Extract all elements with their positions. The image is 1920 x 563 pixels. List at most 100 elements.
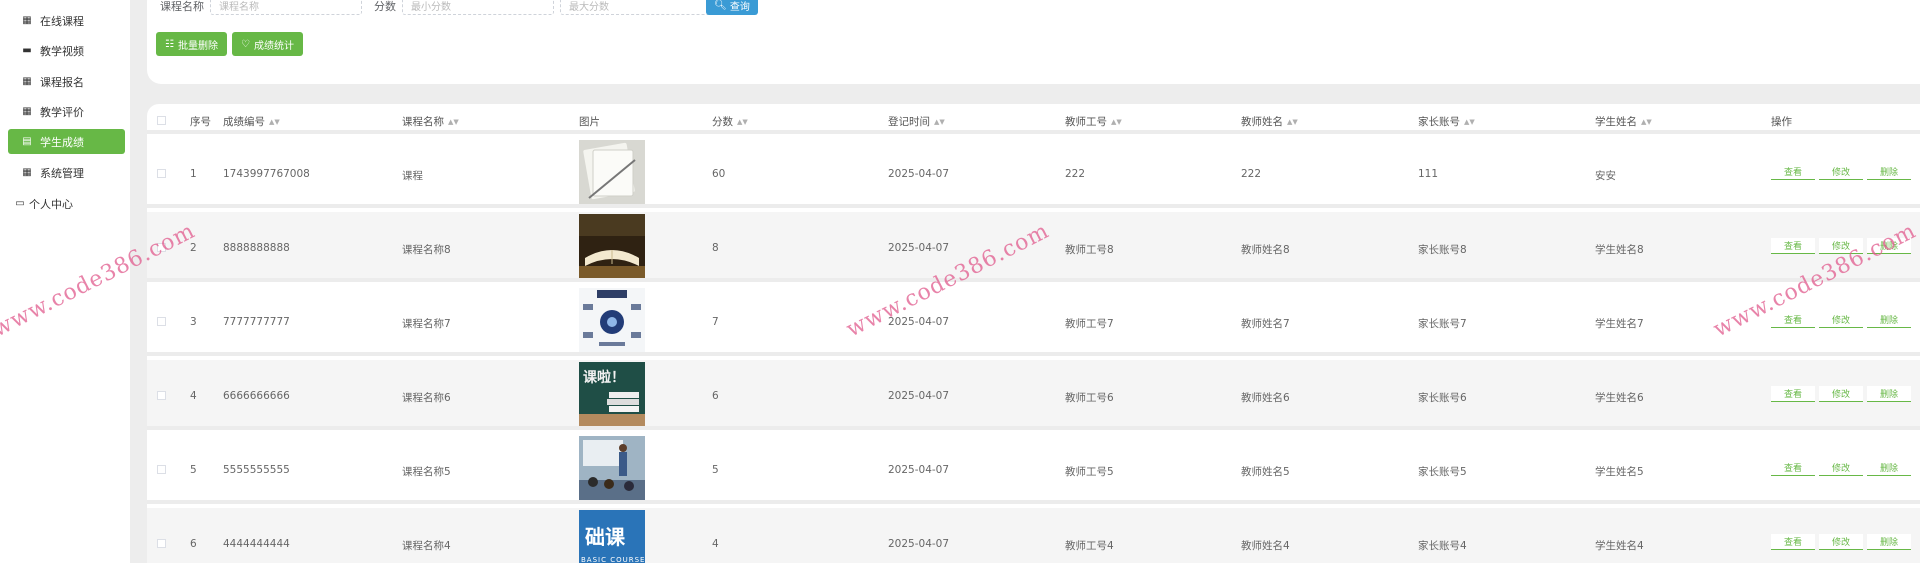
sidebar-item-online-courses[interactable]: ▦ 在线课程 bbox=[8, 8, 125, 33]
edit-button[interactable]: 修改 bbox=[1819, 534, 1863, 550]
row-actions: 查看 修改 删除 bbox=[1771, 460, 1911, 476]
cell-teacher-name: 教师姓名7 bbox=[1241, 318, 1290, 330]
course-thumbnail[interactable] bbox=[579, 436, 645, 500]
score-stats-button[interactable]: ♡ 成绩统计 bbox=[232, 32, 303, 56]
course-thumbnail[interactable] bbox=[579, 288, 645, 352]
cell-index: 4 bbox=[190, 390, 197, 402]
sidebar-item-teaching-evaluation[interactable]: ▦ 教学评价 bbox=[8, 99, 125, 124]
min-score-input[interactable]: 最小分数 bbox=[402, 0, 554, 15]
table-row: 1 1743997767008 课程 60 2025-04-07 222 222 111 安安 查… bbox=[147, 138, 1920, 208]
score-label: 分数 bbox=[374, 0, 396, 13]
delete-button[interactable]: 删除 bbox=[1867, 534, 1911, 550]
cell-course-name: 课程名称5 bbox=[402, 466, 451, 478]
view-button[interactable]: 查看 bbox=[1771, 164, 1815, 180]
view-button[interactable]: 查看 bbox=[1771, 460, 1815, 476]
edit-button[interactable]: 修改 bbox=[1819, 460, 1863, 476]
row-actions: 查看 修改 删除 bbox=[1771, 164, 1911, 180]
batch-delete-button[interactable]: ☷ 批量删除 bbox=[156, 32, 227, 56]
row-checkbox[interactable] bbox=[157, 465, 166, 474]
cell-index: 3 bbox=[190, 316, 197, 328]
scores-table: 序号 成绩编号 ▲▼ 课程名称 ▲▼ 图片 分数 ▲▼ 登记时间 ▲▼ 教师工号 ▲▼ 教… bbox=[147, 104, 1920, 563]
sidebar-item-teaching-videos[interactable]: ▬ 教学视频 bbox=[8, 38, 125, 63]
sidebar-item-system-management[interactable]: ▦ 系统管理 bbox=[8, 160, 125, 185]
edit-button[interactable]: 修改 bbox=[1819, 386, 1863, 402]
edit-button[interactable]: 修改 bbox=[1819, 164, 1863, 180]
svg-text:础课: 础课 bbox=[585, 525, 626, 549]
header-teacher-name[interactable]: 教师姓名 ▲▼ bbox=[1241, 114, 1298, 129]
cell-student-name: 学生姓名8 bbox=[1595, 244, 1644, 256]
course-thumbnail[interactable]: 课啦！ bbox=[579, 362, 645, 426]
course-thumbnail[interactable] bbox=[579, 140, 645, 204]
grid-icon: ▦ bbox=[22, 76, 32, 87]
trash-icon: ☷ bbox=[165, 38, 174, 50]
select-all-checkbox[interactable] bbox=[157, 116, 166, 125]
row-checkbox[interactable] bbox=[157, 317, 166, 326]
cell-score-no: 1743997767008 bbox=[223, 168, 310, 180]
search-button[interactable]: 🔍︎ 查询 bbox=[706, 0, 758, 15]
sort-icon: ▲▼ bbox=[448, 118, 459, 126]
sidebar-item-label: 教学评价 bbox=[40, 105, 84, 119]
cell-score-no: 4444444444 bbox=[223, 538, 290, 550]
sidebar-item-personal-center[interactable]: ▭ 个人中心 bbox=[8, 191, 125, 216]
cell-student-name: 学生姓名4 bbox=[1595, 540, 1644, 552]
view-button[interactable]: 查看 bbox=[1771, 238, 1815, 254]
cell-score: 7 bbox=[712, 316, 719, 328]
row-actions: 查看 修改 删除 bbox=[1771, 312, 1911, 328]
sidebar-item-label: 系统管理 bbox=[40, 166, 84, 180]
cell-score: 8 bbox=[712, 242, 719, 254]
sort-icon: ▲▼ bbox=[737, 118, 748, 126]
sidebar-item-label: 在线课程 bbox=[40, 14, 84, 28]
header-parent-account[interactable]: 家长账号 ▲▼ bbox=[1418, 114, 1475, 129]
sort-icon: ▲▼ bbox=[1287, 118, 1298, 126]
course-name-input[interactable]: 课程名称 bbox=[210, 0, 362, 15]
delete-button[interactable]: 删除 bbox=[1867, 312, 1911, 328]
cell-course-name: 课程名称7 bbox=[402, 318, 451, 330]
sort-icon: ▲▼ bbox=[934, 118, 945, 126]
view-button[interactable]: 查看 bbox=[1771, 386, 1815, 402]
course-thumbnail[interactable]: 础课 BASIC COURSE bbox=[579, 510, 645, 563]
cell-reg-time: 2025-04-07 bbox=[888, 390, 950, 402]
sidebar-item-label: 教学视频 bbox=[40, 44, 84, 58]
cell-index: 1 bbox=[190, 168, 197, 180]
sidebar-item-student-scores[interactable]: ▤ 学生成绩 bbox=[8, 129, 125, 154]
search-button-label: 查询 bbox=[729, 2, 750, 13]
row-checkbox[interactable] bbox=[157, 539, 166, 548]
cell-teacher-name: 教师姓名5 bbox=[1241, 466, 1290, 478]
header-index: 序号 bbox=[190, 116, 211, 128]
cell-teacher-name: 222 bbox=[1241, 168, 1262, 180]
cell-reg-time: 2025-04-07 bbox=[888, 464, 950, 476]
sidebar-item-label: 学生成绩 bbox=[40, 135, 84, 149]
book-icon: ▬ bbox=[22, 45, 32, 56]
cell-parent-account: 家长账号8 bbox=[1418, 244, 1467, 256]
delete-button[interactable]: 删除 bbox=[1867, 460, 1911, 476]
search-form: 课程名称 课程名称 分数 最小分数 最大分数 bbox=[160, 0, 712, 16]
sort-icon: ▲▼ bbox=[1641, 118, 1652, 126]
card-icon: ▭ bbox=[15, 198, 25, 209]
edit-button[interactable]: 修改 bbox=[1819, 312, 1863, 328]
header-course-name[interactable]: 课程名称 ▲▼ bbox=[402, 114, 459, 129]
max-score-input[interactable]: 最大分数 bbox=[560, 0, 712, 15]
cell-index: 6 bbox=[190, 538, 197, 550]
delete-button[interactable]: 删除 bbox=[1867, 386, 1911, 402]
course-thumbnail[interactable] bbox=[579, 214, 645, 278]
row-checkbox[interactable] bbox=[157, 391, 166, 400]
row-checkbox[interactable] bbox=[157, 169, 166, 178]
cell-teacher-name: 教师姓名8 bbox=[1241, 244, 1290, 256]
view-button[interactable]: 查看 bbox=[1771, 312, 1815, 328]
sidebar-item-course-signup[interactable]: ▦ 课程报名 bbox=[8, 69, 125, 94]
cell-student-name: 学生姓名7 bbox=[1595, 318, 1644, 330]
sort-icon: ▲▼ bbox=[1111, 118, 1122, 126]
header-score[interactable]: 分数 ▲▼ bbox=[712, 114, 748, 129]
cell-parent-account: 家长账号5 bbox=[1418, 466, 1467, 478]
cell-teacher-name: 教师姓名6 bbox=[1241, 392, 1290, 404]
delete-button[interactable]: 删除 bbox=[1867, 164, 1911, 180]
cell-course-name: 课程名称8 bbox=[402, 244, 451, 256]
header-score-no[interactable]: 成绩编号 ▲▼ bbox=[223, 114, 280, 129]
header-actions: 操作 bbox=[1771, 116, 1792, 128]
view-button[interactable]: 查看 bbox=[1771, 534, 1815, 550]
header-reg-time[interactable]: 登记时间 ▲▼ bbox=[888, 114, 945, 129]
cell-teacher-no: 教师工号6 bbox=[1065, 392, 1114, 404]
cell-score: 60 bbox=[712, 168, 726, 180]
header-teacher-no[interactable]: 教师工号 ▲▼ bbox=[1065, 114, 1122, 129]
header-student-name[interactable]: 学生姓名 ▲▼ bbox=[1595, 114, 1652, 129]
